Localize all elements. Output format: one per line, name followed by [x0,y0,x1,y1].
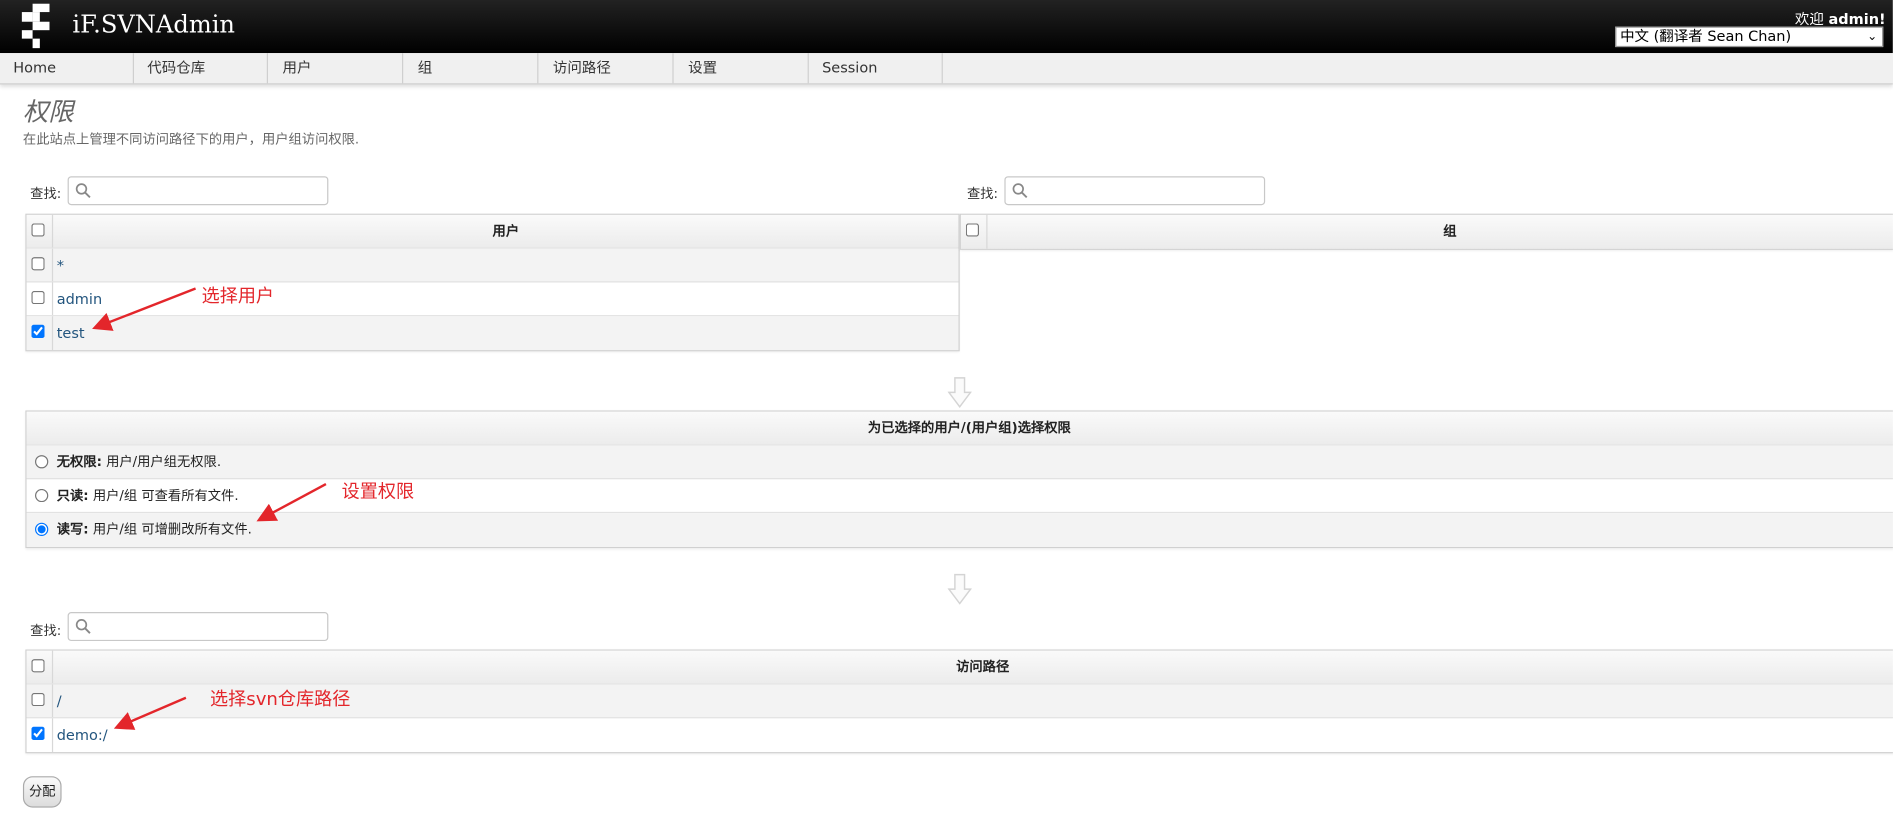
annotation-select-user: 选择用户 [201,284,275,307]
path-search-box [67,612,329,642]
user-row-checkbox[interactable] [31,290,45,305]
permission-desc: 用户/组 可增删改所有文件. [92,521,252,538]
app-title: iF.SVNAdmin [72,9,235,39]
main-nav: Home 代码仓库 用户 组 访问路径 设置 Session [0,53,1893,85]
select-all-groups-checkbox[interactable] [965,223,980,237]
page-title: 权限 [22,97,74,127]
select-all-users-checkbox[interactable] [31,223,45,237]
language-select-value: 中文 (翻译者 Sean Chan) [1620,27,1792,45]
user-search-input[interactable] [95,179,320,202]
user-row-checkbox[interactable] [31,324,45,339]
page-description: 在此站点上管理不同访问路径下的用户，用户组访问权限. [22,131,360,148]
groups-table-header: 组 [960,214,1893,249]
path-row-checkbox[interactable] [31,726,45,741]
group-search-box [1004,176,1266,206]
nav-item-home[interactable]: Home [0,53,134,84]
user-link[interactable]: admin [57,282,102,316]
page-root: iF.SVNAdmin 欢迎 admin! 中文 (翻译者 Sean Chan)… [0,0,1893,821]
user-link[interactable]: test [57,316,85,350]
user-row-checkbox[interactable] [31,257,45,271]
nav-item-repositories[interactable]: 代码仓库 [134,53,268,84]
group-search-input[interactable] [1032,179,1257,202]
paths-table-header: 访问路径 [26,650,1893,685]
chevron-down-icon: ⌄ [1867,30,1878,44]
nav-item-settings[interactable]: 设置 [675,53,809,84]
permissions-title: 为已选择的用户/(用户组)选择权限 [867,420,1071,436]
welcome-username: admin! [1828,10,1886,28]
language-select[interactable]: 中文 (翻译者 Sean Chan) ⌄ [1615,26,1884,48]
permission-option-readwrite[interactable]: 读写: 用户/组 可增删改所有文件. [26,513,1893,547]
welcome-prefix: 欢迎 [1794,10,1824,28]
permissions-header: 为已选择的用户/(用户组)选择权限 [26,411,1893,446]
down-arrow-icon [947,573,972,605]
table-row: demo:/ [27,718,1893,753]
permission-readonly-radio[interactable] [35,488,49,503]
users-table: 用户 * admin test [25,213,960,352]
permission-option-none[interactable]: 无权限: 用户/用户组无权限. [26,445,1893,480]
users-column-header: 用户 [492,223,520,240]
nav-item-access-paths[interactable]: 访问路径 [540,53,674,84]
table-row: test [26,316,959,351]
groups-table: 组 [959,213,1893,250]
annotation-set-permission: 设置权限 [341,480,415,503]
path-search-label: 查找: [30,622,62,639]
paths-column-header: 访问路径 [956,659,1010,675]
nav-item-users[interactable]: 用户 [269,53,404,84]
select-all-paths-checkbox[interactable] [31,659,45,673]
users-table-header: 用户 [26,214,959,249]
user-search-box [67,176,329,206]
svnadmin-logo-icon [21,3,50,49]
path-link[interactable]: demo:/ [57,718,108,752]
permission-readwrite-radio[interactable] [35,522,49,536]
permissions-panel: 为已选择的用户/(用户组)选择权限 无权限: 用户/用户组无权限. 只读: 用户… [25,410,1893,549]
table-row: * [26,248,959,283]
permission-option-readonly[interactable]: 只读: 用户/组 可查看所有文件. [26,479,1893,514]
path-row-checkbox[interactable] [31,692,45,707]
top-bar: iF.SVNAdmin 欢迎 admin! 中文 (翻译者 Sean Chan)… [0,0,1893,54]
search-icon [75,619,91,634]
assign-button[interactable]: 分配 [22,776,62,808]
search-icon [75,183,91,199]
table-row: admin [26,282,959,317]
permission-desc: 用户/用户组无权限. [106,453,222,470]
permission-none-radio[interactable] [35,455,49,469]
down-arrow-icon [947,377,972,409]
user-search-label: 查找: [30,185,62,202]
nav-item-session[interactable]: Session [809,53,943,84]
groups-column-header: 组 [1443,223,1457,240]
permission-title: 无权限: [56,453,102,470]
search-icon [1012,183,1028,199]
permission-title: 读写: [56,521,89,538]
permission-title: 只读: [56,487,89,504]
path-search-input[interactable] [95,615,320,638]
path-link[interactable]: / [57,684,62,718]
nav-item-groups[interactable]: 组 [404,53,539,84]
annotation-select-repo-path: 选择svn仓库路径 [210,688,351,710]
permission-desc: 用户/组 可查看所有文件. [92,487,239,504]
group-search-label: 查找: [966,185,999,202]
user-link[interactable]: * [57,249,64,283]
